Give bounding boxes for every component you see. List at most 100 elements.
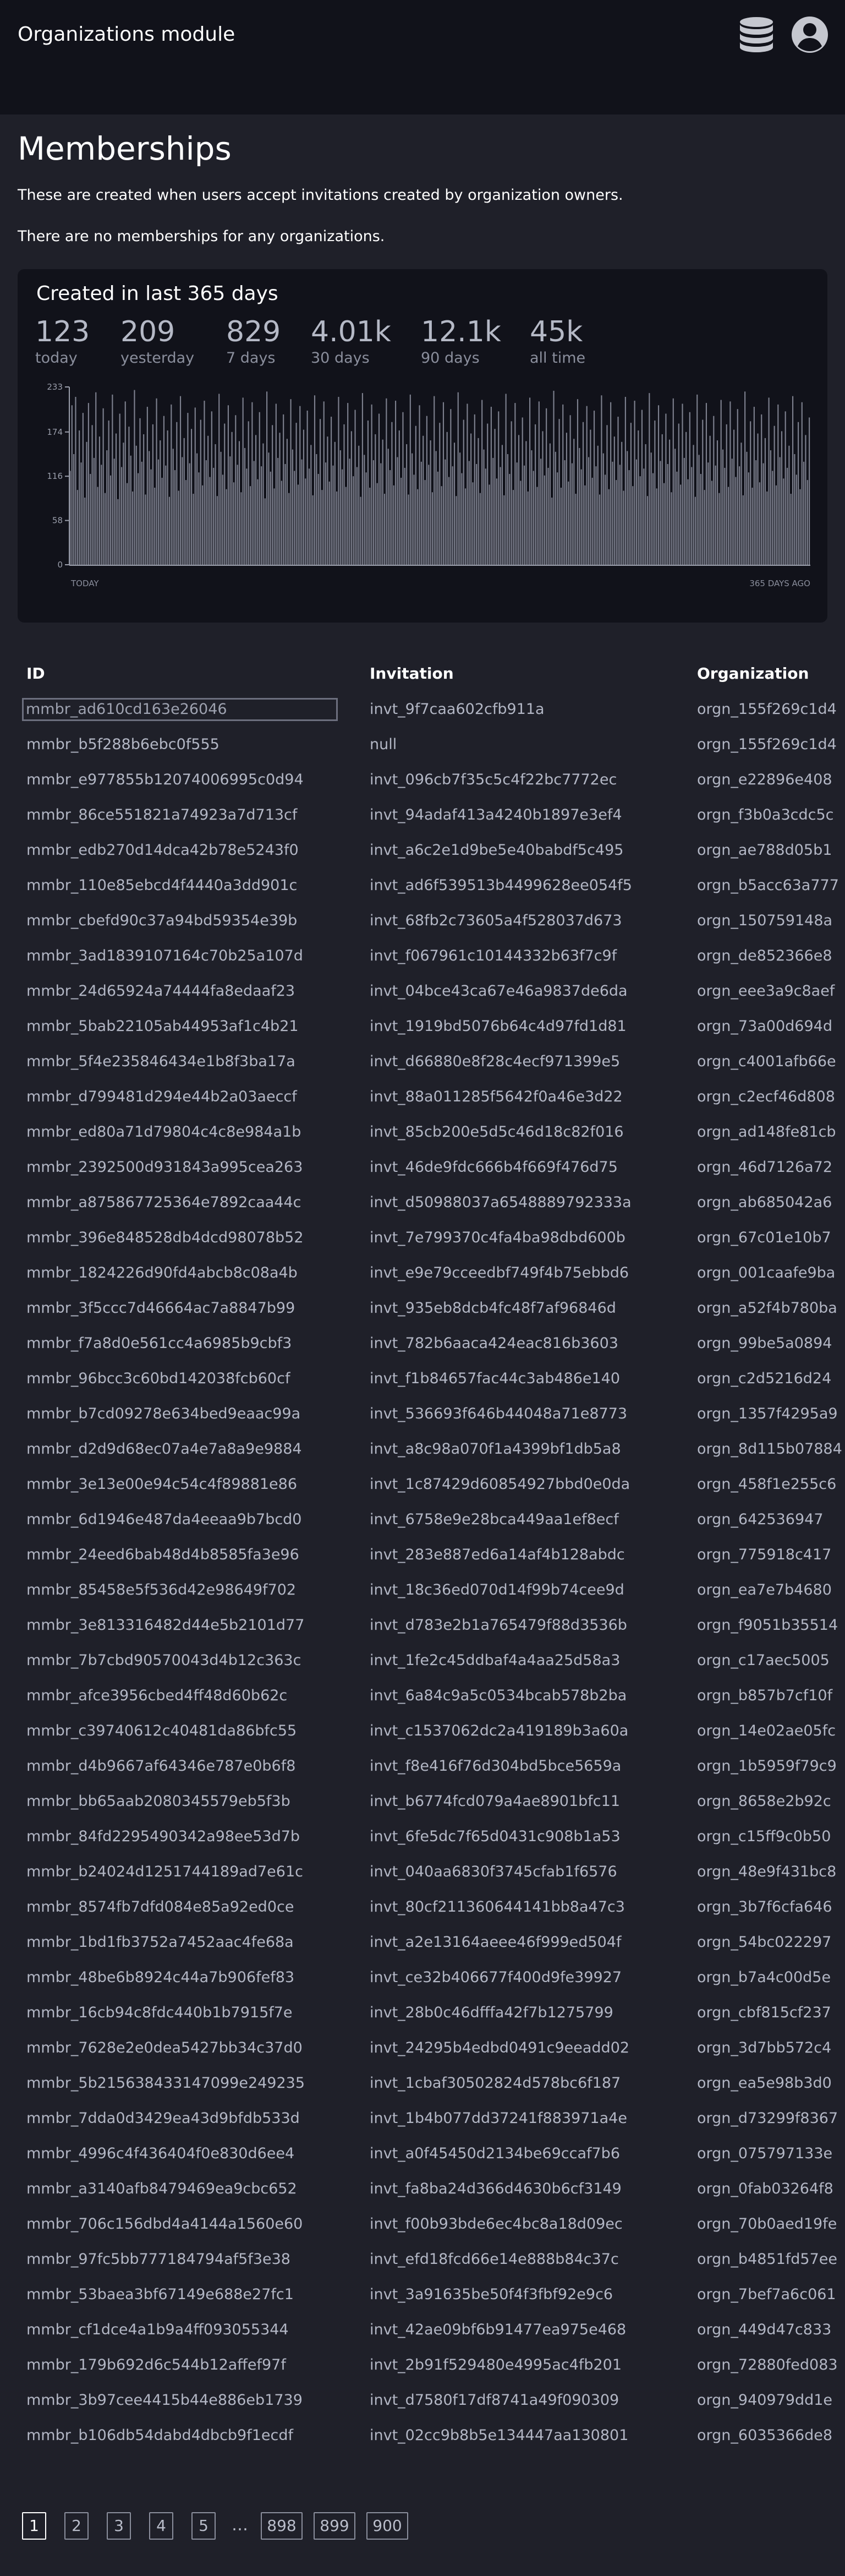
invitation-id-cell[interactable]: invt_b6774fcd079a4ae8901bfc11 xyxy=(370,1792,678,1811)
organization-id-cell[interactable]: orgn_150759148a xyxy=(697,911,845,931)
organization-id-cell[interactable]: orgn_b5acc63a777 xyxy=(697,876,845,896)
table-row[interactable]: mmbr_e977855b12074006995c0d94 invt_096cb7… xyxy=(0,763,845,798)
invitation-id-cell[interactable]: invt_1b4b077dd37241f883971a4e xyxy=(370,2109,678,2129)
invitation-id-cell[interactable]: invt_a8c98a070f1a4399bf1db5a8 xyxy=(370,1439,678,1459)
page-button-898[interactable]: 898 xyxy=(261,2512,303,2540)
invitation-id-cell[interactable]: invt_283e887ed6a14af4b128abdc xyxy=(370,1545,678,1565)
invitation-id-cell[interactable]: invt_c1537062dc2a419189b3a60a xyxy=(370,1721,678,1741)
invitation-id-cell[interactable]: invt_fa8ba24d366d4630b6cf3149 xyxy=(370,2179,678,2199)
organization-id-cell[interactable]: orgn_67c01e10b7 xyxy=(697,1228,845,1248)
invitation-id-cell[interactable]: invt_80cf211360644141bb8a47c3 xyxy=(370,1897,678,1917)
membership-id-cell[interactable]: mmbr_53baea3bf67149e688e27fc1 xyxy=(26,2285,334,2305)
membership-id-cell[interactable]: mmbr_86ce551821a74923a7d713cf xyxy=(26,805,334,825)
membership-id-cell[interactable]: mmbr_3b97cee4415b44e886eb1739 xyxy=(26,2391,334,2410)
table-row[interactable]: mmbr_53baea3bf67149e688e27fc1 invt_3a9163… xyxy=(0,2278,845,2313)
invitation-id-cell[interactable]: invt_7e799370c4fa4ba98dbd600b xyxy=(370,1228,678,1248)
table-row[interactable]: mmbr_c39740612c40481da86bfc55 invt_c15370… xyxy=(0,1714,845,1749)
invitation-id-cell[interactable]: invt_d66880e8f28c4ecf971399e5 xyxy=(370,1052,678,1072)
table-row[interactable]: mmbr_b5f288b6ebc0f555 null orgn_155f269c1d… xyxy=(0,728,845,763)
invitation-id-cell[interactable]: invt_02cc9b8b5e134447aa130801 xyxy=(370,2426,678,2446)
membership-id-cell[interactable]: mmbr_3ad1839107164c70b25a107d xyxy=(26,946,334,966)
organization-id-cell[interactable]: orgn_14e02ae05fc xyxy=(697,1721,845,1741)
membership-id-cell[interactable]: mmbr_706c156dbd4a4144a1560e60 xyxy=(26,2214,334,2234)
table-row[interactable]: mmbr_7b7cbd90570043d4b12c363c invt_1fe2c4… xyxy=(0,1644,845,1679)
column-header-invitation[interactable]: Invitation xyxy=(370,664,454,683)
page-button-2[interactable]: 2 xyxy=(64,2512,89,2540)
invitation-id-cell[interactable]: invt_1c87429d60854927bbd0e0da xyxy=(370,1475,678,1494)
column-header-organization[interactable]: Organization xyxy=(697,664,809,683)
invitation-id-cell[interactable]: invt_6a84c9a5c0534bcab578b2ba xyxy=(370,1686,678,1706)
membership-id-cell[interactable]: mmbr_3e13e00e94c54c4f89881e86 xyxy=(26,1475,334,1494)
table-row[interactable]: mmbr_d4b9667af64346e787e0b6f8 invt_f8e416… xyxy=(0,1749,845,1784)
invitation-id-cell[interactable]: invt_a0f45450d2134be69ccaf7b6 xyxy=(370,2144,678,2164)
table-row[interactable]: mmbr_5f4e235846434e1b8f3ba17a invt_d66880… xyxy=(0,1045,845,1080)
membership-id-cell[interactable]: mmbr_b5f288b6ebc0f555 xyxy=(26,735,334,755)
page-button-900[interactable]: 900 xyxy=(366,2512,408,2540)
invitation-id-cell[interactable]: null xyxy=(370,735,678,755)
organization-id-cell[interactable]: orgn_99be5a0894 xyxy=(697,1334,845,1354)
membership-id-cell[interactable]: mmbr_5f4e235846434e1b8f3ba17a xyxy=(26,1052,334,1072)
invitation-id-cell[interactable]: invt_2b91f529480e4995ac4fb201 xyxy=(370,2355,678,2375)
membership-id-cell[interactable]: mmbr_cf1dce4a1b9a4ff093055344 xyxy=(26,2320,334,2340)
membership-id-cell[interactable]: mmbr_ed80a71d79804c4c8e984a1b xyxy=(26,1122,334,1142)
table-row[interactable]: mmbr_96bcc3c60bd142038fcb60cf invt_f1b846… xyxy=(0,1362,845,1397)
table-row[interactable]: mmbr_86ce551821a74923a7d713cf invt_94adaf… xyxy=(0,798,845,833)
organization-id-cell[interactable]: orgn_d73299f8367 xyxy=(697,2109,845,2129)
membership-id-cell[interactable]: mmbr_7dda0d3429ea43d9bfdb533d xyxy=(26,2109,334,2129)
table-row[interactable]: mmbr_24d65924a74444fa8edaaf23 invt_04bce4… xyxy=(0,974,845,1009)
membership-id-cell[interactable]: mmbr_5bab22105ab44953af1c4b21 xyxy=(26,1017,334,1036)
membership-id-cell[interactable]: mmbr_24eed6bab48d4b8585fa3e96 xyxy=(26,1545,334,1565)
table-row[interactable]: mmbr_1bd1fb3752a7452aac4fe68a invt_a2e131… xyxy=(0,1925,845,1961)
table-row[interactable]: mmbr_396e848528db4dcd98078b52 invt_7e7993… xyxy=(0,1221,845,1256)
membership-id-cell[interactable]: mmbr_84fd2295490342a98ee53d7b xyxy=(26,1827,334,1847)
invitation-id-cell[interactable]: invt_f00b93bde6ec4bc8a18d09ec xyxy=(370,2214,678,2234)
table-row[interactable]: mmbr_3e13e00e94c54c4f89881e86 invt_1c8742… xyxy=(0,1467,845,1503)
membership-id-cell[interactable]: mmbr_110e85ebcd4f4440a3dd901c xyxy=(26,876,334,896)
table-row[interactable]: mmbr_b106db54dabd4dbcb9f1ecdf invt_02cc9b… xyxy=(0,2419,845,2454)
membership-id-cell[interactable]: mmbr_a875867725364e7892caa44c xyxy=(26,1193,334,1213)
organization-id-cell[interactable]: orgn_ad148fe81cb xyxy=(697,1122,845,1142)
organization-id-cell[interactable]: orgn_075797133e xyxy=(697,2144,845,2164)
membership-id-cell[interactable]: mmbr_4996c4f436404f0e830d6ee4 xyxy=(26,2144,334,2164)
membership-id-cell[interactable]: mmbr_8574fb7dfd084e85a92ed0ce xyxy=(26,1897,334,1917)
organization-id-cell[interactable]: orgn_e22896e408 xyxy=(697,770,845,790)
organization-id-cell[interactable]: orgn_1b5959f79c9 xyxy=(697,1756,845,1776)
table-row[interactable]: mmbr_3b97cee4415b44e886eb1739 invt_d7580f… xyxy=(0,2383,845,2419)
membership-id-cell[interactable]: mmbr_d2d9d68ec07a4e7a8a9e9884 xyxy=(26,1439,334,1459)
organization-id-cell[interactable]: orgn_f3b0a3cdc5c xyxy=(697,805,845,825)
invitation-id-cell[interactable]: invt_935eb8dcb4fc48f7af96846d xyxy=(370,1298,678,1318)
membership-id-cell[interactable]: mmbr_97fc5bb777184794af5f3e38 xyxy=(26,2250,334,2269)
table-row[interactable]: mmbr_110e85ebcd4f4440a3dd901c invt_ad6f53… xyxy=(0,869,845,904)
organization-id-cell[interactable]: orgn_ae788d05b1 xyxy=(697,841,845,860)
invitation-id-cell[interactable]: invt_782b6aaca424eac816b3603 xyxy=(370,1334,678,1354)
organization-id-cell[interactable]: orgn_46d7126a72 xyxy=(697,1158,845,1177)
membership-id-cell[interactable]: mmbr_c39740612c40481da86bfc55 xyxy=(26,1721,334,1741)
invitation-id-cell[interactable]: invt_f1b84657fac44c3ab486e140 xyxy=(370,1369,678,1389)
table-row[interactable]: mmbr_706c156dbd4a4144a1560e60 invt_f00b93… xyxy=(0,2207,845,2242)
organization-id-cell[interactable]: orgn_6035366de8 xyxy=(697,2426,845,2446)
page-button-899[interactable]: 899 xyxy=(314,2512,355,2540)
invitation-id-cell[interactable]: invt_096cb7f35c5c4f22bc7772ec xyxy=(370,770,678,790)
membership-id-cell[interactable]: mmbr_5b215638433147099e249235 xyxy=(26,2073,334,2093)
organization-id-cell[interactable]: orgn_f9051b35514 xyxy=(697,1616,845,1635)
table-row[interactable]: mmbr_a3140afb8479469ea9cbc652 invt_fa8ba2… xyxy=(0,2172,845,2207)
organization-id-cell[interactable]: orgn_8658e2b92c xyxy=(697,1792,845,1811)
table-row[interactable]: mmbr_5b215638433147099e249235 invt_1cbaf3… xyxy=(0,2066,845,2102)
table-row[interactable]: mmbr_4996c4f436404f0e830d6ee4 invt_a0f454… xyxy=(0,2137,845,2172)
organization-id-cell[interactable]: orgn_0fab03264f8 xyxy=(697,2179,845,2199)
table-row[interactable]: mmbr_b24024d1251744189ad7e61c invt_040aa6… xyxy=(0,1855,845,1890)
table-row[interactable]: mmbr_1824226d90fd4abcb8c08a4b invt_e9e79c… xyxy=(0,1256,845,1291)
membership-id-cell[interactable]: mmbr_afce3956cbed4ff48d60b62c xyxy=(26,1686,334,1706)
organization-id-cell[interactable]: orgn_001caafe9ba xyxy=(697,1263,845,1283)
table-row[interactable]: mmbr_afce3956cbed4ff48d60b62c invt_6a84c9… xyxy=(0,1679,845,1714)
page-button-3[interactable]: 3 xyxy=(107,2512,131,2540)
membership-id-cell[interactable]: mmbr_bb65aab2080345579eb5f3b xyxy=(26,1792,334,1811)
table-row[interactable]: mmbr_b7cd09278e634bed9eaac99a invt_536693… xyxy=(0,1397,845,1432)
table-row[interactable]: mmbr_2392500d931843a995cea263 invt_46de9f… xyxy=(0,1150,845,1186)
table-row[interactable]: mmbr_7628e2e0dea5427bb34c37d0 invt_24295b… xyxy=(0,2031,845,2066)
organization-id-cell[interactable]: orgn_8d115b07884 xyxy=(697,1439,845,1459)
invitation-id-cell[interactable]: invt_ad6f539513b4499628ee054f5 xyxy=(370,876,678,896)
table-row[interactable]: mmbr_85458e5f536d42e98649f702 invt_18c36e… xyxy=(0,1573,845,1608)
organization-id-cell[interactable]: orgn_70b0aed19fe xyxy=(697,2214,845,2234)
organization-id-cell[interactable]: orgn_3d7bb572c4 xyxy=(697,2038,845,2058)
